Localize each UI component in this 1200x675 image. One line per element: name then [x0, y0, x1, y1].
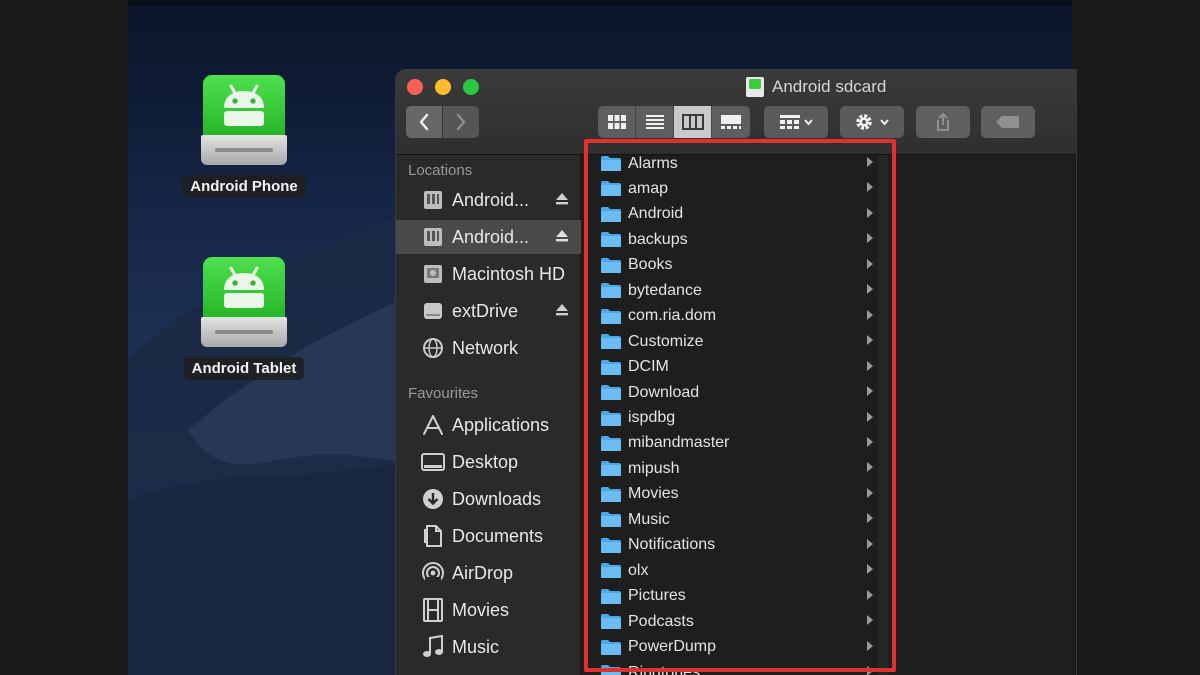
- globe-icon: [421, 336, 445, 360]
- sidebar-item-label: Music: [452, 636, 500, 657]
- applications-icon: [421, 413, 445, 437]
- zoom-window-button[interactable]: [463, 79, 479, 95]
- list-view-button[interactable]: [636, 106, 674, 138]
- sidebar-item-music[interactable]: Music: [396, 630, 581, 664]
- desktop-icon-android-phone[interactable]: Android Phone: [169, 75, 319, 198]
- desktop-icon-label: Android Tablet: [183, 357, 305, 380]
- minimize-window-button[interactable]: [435, 79, 451, 95]
- view-mode-segmented-control: [598, 106, 750, 138]
- android-drive-icon: [201, 75, 287, 171]
- sidebar-item-label: Downloads: [452, 488, 542, 509]
- forward-button[interactable]: [443, 106, 479, 138]
- hard-disk-icon: [421, 262, 445, 286]
- group-grid-icon: [780, 115, 813, 129]
- window-title-text: Android sdcard: [772, 77, 887, 96]
- sidebar-item-applications[interactable]: Applications: [396, 408, 581, 442]
- gallery-view-icon: [721, 115, 741, 129]
- sidebar-item-label: Android...: [452, 189, 530, 210]
- column-view-button[interactable]: [674, 106, 712, 138]
- sidebar-item-label: Movies: [452, 599, 510, 620]
- eject-icon[interactable]: [555, 229, 569, 243]
- sidebar-item-desktop[interactable]: Desktop: [396, 445, 581, 479]
- tag-icon: [996, 116, 1019, 128]
- share-button[interactable]: [916, 106, 970, 138]
- sidebar-item-android-2[interactable]: Android...: [396, 220, 581, 254]
- sidebar-item-label: Network: [452, 337, 519, 358]
- sidebar-item-airdrop[interactable]: AirDrop: [396, 556, 581, 590]
- action-gear-button[interactable]: [840, 106, 904, 138]
- sidebar-item-movies[interactable]: Movies: [396, 593, 581, 627]
- drive-icon: [421, 225, 445, 249]
- favourites-heading: Favourites: [408, 385, 479, 402]
- film-icon: [421, 598, 445, 622]
- back-button[interactable]: [406, 106, 442, 138]
- column-view-icon: [681, 114, 704, 130]
- sidebar-item-label: Applications: [452, 414, 550, 435]
- desktop-icon-label: Android Phone: [182, 175, 306, 198]
- window-title: Android sdcard: [746, 76, 886, 98]
- android-drive-icon: [201, 257, 287, 353]
- screen: Android Phone Android Tablet Android sdc…: [0, 0, 1200, 675]
- close-window-button[interactable]: [407, 79, 423, 95]
- drive-icon: [421, 188, 445, 212]
- music-note-icon: [421, 635, 445, 659]
- chevron-left-icon: [419, 113, 429, 131]
- icon-view-icon: [607, 115, 626, 129]
- sidebar-item-label: Android...: [452, 226, 530, 247]
- sidebar-item-macintosh-hd[interactable]: Macintosh HD: [396, 257, 581, 291]
- chevron-right-icon: [456, 113, 466, 131]
- sidebar-item-label: Documents: [452, 525, 544, 546]
- gallery-view-button[interactable]: [712, 106, 750, 138]
- eject-icon[interactable]: [555, 192, 569, 206]
- icon-view-button[interactable]: [598, 106, 636, 138]
- sidebar-item-label: extDrive: [452, 300, 519, 321]
- sidebar-item-downloads[interactable]: Downloads: [396, 482, 581, 516]
- sidebar-item-label: Macintosh HD: [452, 263, 566, 284]
- highlight-box: [584, 139, 896, 672]
- share-icon: [937, 112, 949, 131]
- sdcard-drive-icon: [746, 77, 764, 97]
- eject-icon[interactable]: [555, 303, 569, 317]
- sidebar-item-network[interactable]: Network: [396, 331, 581, 365]
- finder-sidebar: Locations Android... Android... Macintos…: [396, 155, 581, 675]
- external-drive-icon: [421, 299, 445, 323]
- sidebar-item-android-1[interactable]: Android...: [396, 183, 581, 217]
- desktop-icon: [421, 450, 445, 474]
- sidebar-item-label: Desktop: [452, 451, 519, 472]
- tag-button[interactable]: [981, 106, 1035, 138]
- list-view-icon: [645, 115, 664, 129]
- document-icon: [421, 524, 445, 548]
- sidebar-item-documents[interactable]: Documents: [396, 519, 581, 553]
- airdrop-icon: [421, 561, 445, 585]
- locations-heading: Locations: [408, 162, 473, 179]
- group-by-button[interactable]: [764, 106, 828, 138]
- sidebar-item-label: AirDrop: [452, 562, 514, 583]
- desktop-icon-android-tablet[interactable]: Android Tablet: [169, 257, 319, 380]
- gear-icon: [856, 114, 889, 130]
- download-icon: [421, 487, 445, 511]
- sidebar-item-extdrive[interactable]: extDrive: [396, 294, 581, 328]
